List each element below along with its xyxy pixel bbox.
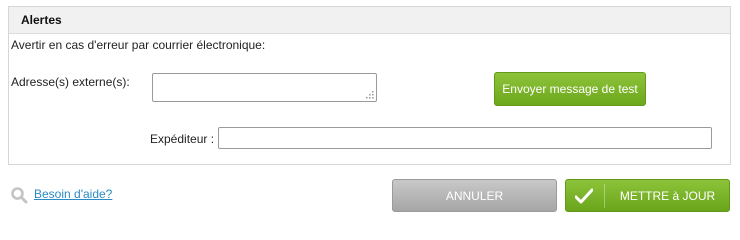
magnifier-icon [11, 187, 28, 204]
resize-grip-icon[interactable] [366, 91, 374, 99]
email-alert-intro: Avertir en cas d'erreur par courrier éle… [11, 38, 266, 52]
update-button-label: METTRE à JOUR [619, 188, 716, 203]
sender-field[interactable] [218, 127, 712, 149]
external-addresses-label: Adresse(s) externe(s): [11, 75, 130, 89]
external-addresses-field[interactable] [152, 73, 377, 102]
checkmark-icon [575, 188, 593, 204]
help-link[interactable]: Besoin d'aide? [34, 187, 112, 201]
button-divider [604, 184, 605, 208]
sender-label: Expéditeur : [150, 132, 215, 146]
update-button[interactable]: METTRE à JOUR [565, 179, 730, 212]
send-test-message-button[interactable]: Envoyer message de test [494, 72, 646, 106]
cancel-button[interactable]: ANNULER [392, 179, 557, 212]
panel-title: Alertes [9, 7, 730, 34]
